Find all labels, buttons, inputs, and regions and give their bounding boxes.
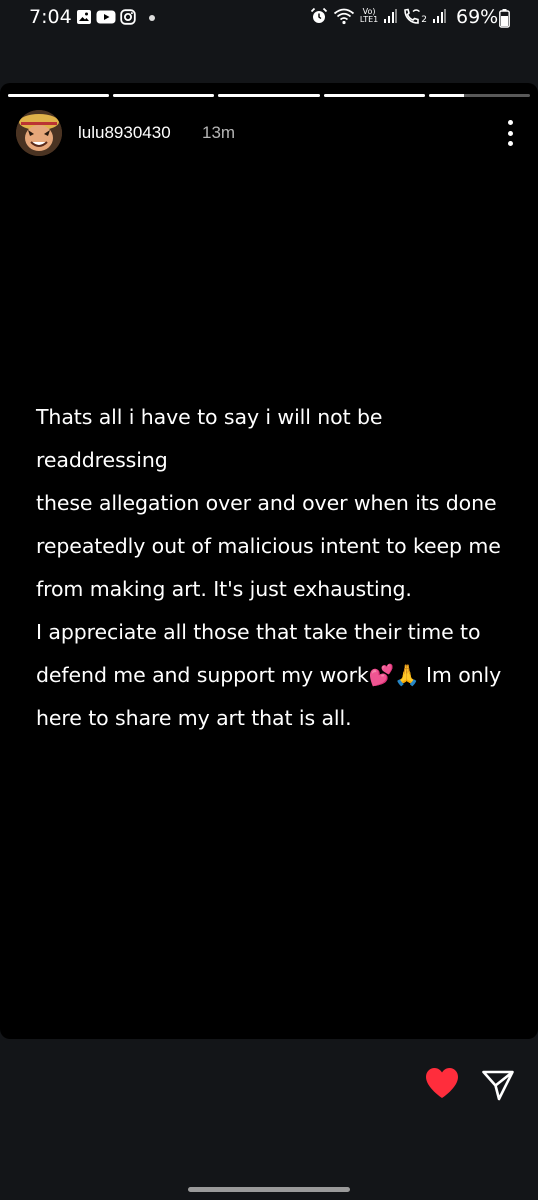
progress-segment [8,94,110,97]
story-line: I appreciate all those that take their t… [36,620,481,644]
story-line: defend me and support my work💕🙏 Im only [36,663,502,687]
alarm-icon [310,7,328,23]
signal-icon [433,9,446,23]
avatar-image [16,110,62,156]
lte-indicator: Vo) LTE1 [360,8,378,24]
status-bar: 7:04 Vo) LTE1 2 69% [0,0,538,36]
notification-icons [76,9,136,25]
story-progress [8,94,531,97]
status-time: 7:04 [29,6,72,28]
more-options-icon[interactable] [498,118,522,148]
battery-percent: 69% [456,6,499,28]
progress-segment [218,94,320,97]
share-icon[interactable] [481,1068,515,1102]
lte-label: LTE1 [359,15,379,24]
youtube-icon [96,10,116,24]
progress-segment [323,94,425,97]
avatar[interactable] [16,110,62,156]
story-line: from making art. It's just exhausting. [36,577,412,601]
instagram-icon [120,9,136,25]
home-indicator[interactable] [188,1187,350,1192]
story-text: Thats all i have to say i will not be re… [36,396,506,740]
system-icons: Vo) LTE1 2 [310,7,446,25]
wifi-icon [333,8,354,25]
notification-dot [149,15,155,21]
signal-icon [384,9,398,23]
story-line: these allegation over and over when its … [36,491,497,515]
story-screen: 7:04 Vo) LTE1 2 69% lulu8930430 13m That… [0,0,538,1200]
progress-segment [113,94,215,97]
username[interactable]: lulu8930430 [78,123,171,143]
story-card[interactable]: lulu8930430 13m Thats all i have to say … [0,83,538,1039]
wifi-calling-icon [404,8,421,24]
battery-icon [499,9,510,28]
post-time: 13m [202,123,236,142]
like-heart-icon[interactable] [424,1066,460,1100]
story-header: lulu8930430 13m [16,110,522,158]
gallery-icon [77,10,91,24]
sim2-label: 2 [421,15,427,25]
story-line: Thats all i have to say i will not be re… [36,405,383,472]
story-line: repeatedly out of malicious intent to ke… [36,534,501,558]
story-line: here to share my art that is all. [36,706,352,730]
progress-segment [428,94,531,97]
